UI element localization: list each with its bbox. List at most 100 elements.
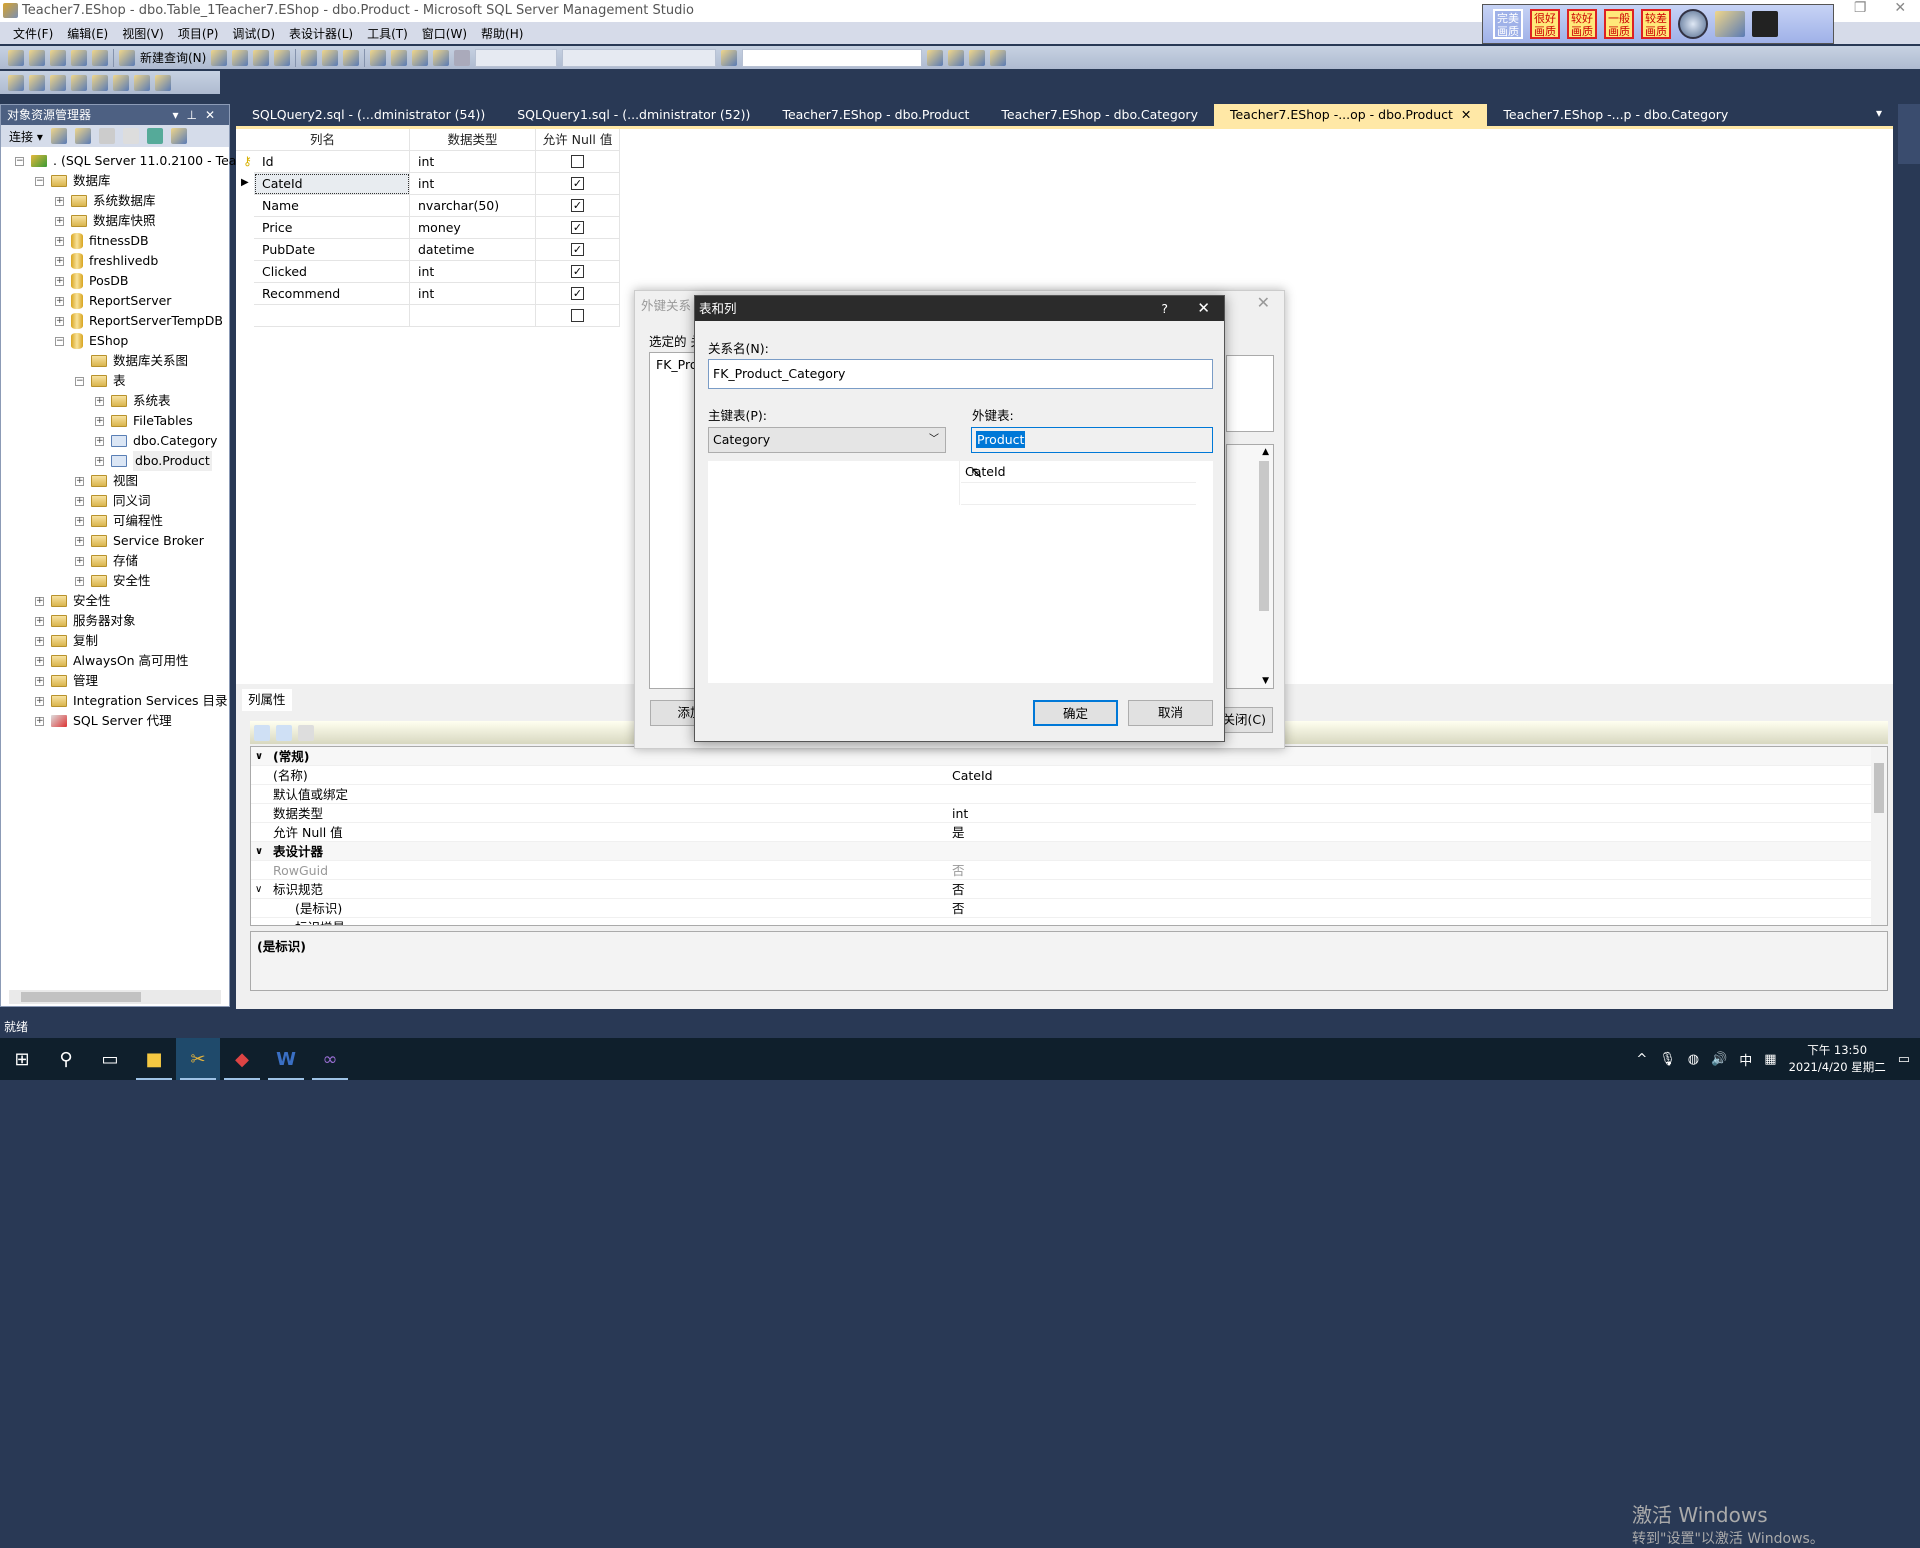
column-name-cell[interactable]: Clicked [254,261,410,283]
relationships-icon[interactable] [50,74,66,91]
mdx-query-icon[interactable] [232,49,249,66]
connect-object-icon[interactable] [50,128,67,144]
data-type-cell[interactable]: datetime [410,239,536,261]
object-explorer-icon[interactable] [948,49,965,66]
property-row[interactable]: RowGuid 否 [251,861,1871,880]
tree-item[interactable]: 数据库关系图 [75,351,188,371]
menu-item[interactable]: 帮助(H) [474,25,530,42]
collapse-icon[interactable]: ∨ [255,880,262,899]
start-button[interactable]: ⊞ [0,1038,44,1080]
allow-null-checkbox[interactable]: ✓ [571,199,584,212]
tree-item[interactable]: + PosDB [55,271,128,291]
network-icon[interactable]: ◍ [1688,1052,1699,1067]
column-name-cell[interactable]: Recommend [254,283,410,305]
expand-icon[interactable]: + [35,616,44,626]
primary-key-column-cell[interactable] [708,461,960,505]
save-all-icon[interactable] [92,49,108,66]
redo-icon[interactable] [391,49,408,66]
scroll-up-icon[interactable]: ▲ [1262,447,1269,457]
restore-icon[interactable]: ❐ [1854,0,1867,22]
tree-item[interactable]: − 表 [75,371,126,391]
tree-item[interactable]: + Service Broker [75,531,204,551]
menu-item[interactable]: 文件(F) [6,25,60,42]
collapse-icon[interactable]: − [55,336,64,346]
search-button[interactable]: ⚲ [44,1038,88,1080]
stop-icon[interactable] [98,128,115,144]
connect-button[interactable]: 连接 ▾ [9,128,43,145]
expand-icon[interactable]: + [35,696,44,706]
column-mapping-grid[interactable]: CateId ↖ [708,461,1213,683]
menu-item[interactable]: 视图(V) [115,25,171,42]
pin-toolbar-icon[interactable] [1678,9,1708,39]
primary-key-icon[interactable] [29,74,45,91]
allow-null-checkbox[interactable]: ✓ [571,287,584,300]
column-properties-tab[interactable]: 列属性 [242,689,292,711]
cancel-button[interactable]: 取消 [1128,700,1213,726]
pin-icon[interactable]: ⊥ [186,108,204,122]
show-hidden-icons[interactable]: ^ [1636,1052,1647,1067]
expand-icon[interactable]: + [75,576,84,586]
column-name-cell[interactable]: Price [254,217,410,239]
expand-icon[interactable]: + [75,476,84,486]
tree-item[interactable]: + fitnessDB [55,231,149,251]
open-file-icon[interactable] [50,49,66,66]
collapse-icon[interactable]: − [35,176,44,186]
horizontal-scrollbar[interactable] [9,990,221,1004]
tree-item[interactable]: + 数据库快照 [55,211,156,231]
document-tab[interactable]: SQLQuery1.sql - (...dministrator (52)) [501,104,766,126]
document-tab[interactable]: Teacher7.EShop -...p - dbo.Category [1487,104,1744,126]
allow-null-checkbox[interactable] [571,309,584,322]
add-item-icon[interactable] [29,49,45,66]
property-row[interactable]: (名称) CateId [251,766,1871,785]
tree-item[interactable]: + SQL Server 代理 [35,711,172,731]
copy-icon[interactable] [322,49,339,66]
close-icon[interactable]: ✕ [205,108,223,122]
tree-item[interactable]: + 系统数据库 [55,191,156,211]
close-window-icon[interactable]: ✕ [1894,0,1906,22]
taskbar-visual-studio[interactable]: ∞ [308,1038,352,1080]
relationship-name-input[interactable]: FK_Product_Category [708,359,1213,389]
column-name-cell[interactable]: PubDate [254,239,410,261]
tree-item[interactable]: + ReportServerTempDB [55,311,223,331]
tree-item[interactable]: + 可编程性 [75,511,163,531]
ime-mode-icon[interactable]: ▦ [1764,1052,1776,1067]
property-row[interactable]: 允许 Null 值 是 [251,823,1871,842]
new-project-icon[interactable] [8,49,24,66]
data-type-cell[interactable]: int [410,261,536,283]
tree-item[interactable]: + 管理 [35,671,98,691]
property-row[interactable]: 数据类型 int [251,804,1871,823]
property-row[interactable]: 标识增量 [251,918,1871,925]
refresh-icon[interactable] [146,128,163,144]
data-type-cell[interactable]: money [410,217,536,239]
collapse-icon[interactable]: ∨ [255,747,263,766]
expand-icon[interactable]: + [95,416,104,426]
document-tab[interactable]: Teacher7.EShop -...op - dbo.Product ✕ [1213,104,1488,126]
tree-item[interactable]: − 数据库 [35,171,111,191]
expand-icon[interactable]: + [35,596,44,606]
property-category[interactable]: ∨ 表设计器 [251,842,1871,861]
microphone-icon[interactable]: 🎙 [1659,1052,1676,1067]
data-type-cell[interactable] [410,305,536,327]
menu-item[interactable]: 项目(P) [171,25,226,42]
clock[interactable]: 下午 13:50 2021/4/20 星期二 [1789,1042,1886,1076]
menu-item[interactable]: 表设计器(L) [282,25,360,42]
expand-icon[interactable]: + [75,496,84,506]
close-icon[interactable]: ✕ [1257,293,1270,312]
check-constraints-icon[interactable] [134,74,150,91]
expand-icon[interactable]: + [55,236,64,246]
expand-icon[interactable]: + [55,196,64,206]
close-icon[interactable]: ✕ [1197,296,1210,321]
start-debug-icon[interactable] [454,49,471,66]
scroll-down-icon[interactable]: ▼ [1262,676,1269,686]
tree-item[interactable]: + 系统表 [95,391,171,411]
side-dock-bar[interactable] [1898,104,1920,164]
foreign-key-column-cell[interactable]: CateId [961,461,1196,483]
close-tab-icon[interactable]: ✕ [1461,107,1471,122]
xmla-query-icon[interactable] [274,49,291,66]
allow-null-checkbox[interactable]: ✓ [571,243,584,256]
scroll-thumb[interactable] [1874,763,1884,813]
quality-button[interactable]: 一般画质 [1604,9,1634,39]
toolbox-icon[interactable] [969,49,986,66]
query-icon[interactable] [211,49,228,66]
xml-index-icon[interactable] [113,74,129,91]
